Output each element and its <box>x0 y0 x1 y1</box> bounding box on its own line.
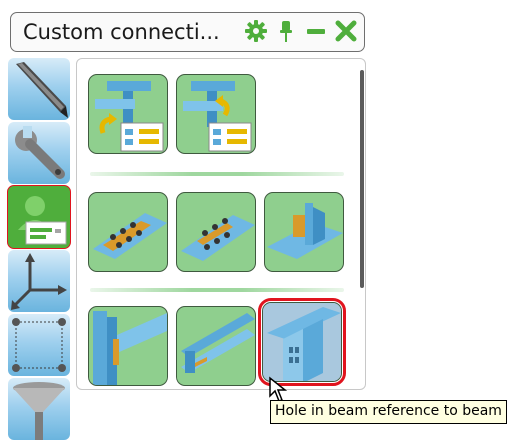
plate-bolts-icon <box>93 213 167 259</box>
palette-item-plate-stiffener[interactable] <box>264 192 344 272</box>
user-component-tool-button[interactable] <box>7 185 71 249</box>
palette-item-beam-seat[interactable] <box>176 306 256 386</box>
palette-scrollbar[interactable] <box>360 70 364 288</box>
tool-sidebar <box>7 58 72 440</box>
palette-item-plate-bolts-1[interactable] <box>88 192 168 272</box>
grid-plane-tool-button[interactable] <box>8 314 70 376</box>
pin-icon[interactable] <box>274 19 298 43</box>
minimize-icon[interactable] <box>304 19 328 43</box>
grid-plane-icon <box>12 318 66 372</box>
palette-item-hole-in-beam[interactable] <box>258 298 346 386</box>
filter-tool-button[interactable] <box>8 378 70 440</box>
title-bar-icons <box>244 19 358 43</box>
palette-item-beam-column-2[interactable] <box>176 74 256 154</box>
axes-icon <box>11 253 67 310</box>
plate-bolts-icon <box>181 215 255 261</box>
close-icon[interactable] <box>334 19 358 43</box>
window-title: Custom connecti... <box>23 20 220 44</box>
beam-column-connection-icon <box>183 81 252 152</box>
window-title-bar: Custom connecti... <box>10 12 365 52</box>
wrench-icon <box>15 126 65 179</box>
beam-column-connection-icon <box>95 81 164 152</box>
funnel-icon <box>13 382 65 440</box>
axes-tool-button[interactable] <box>8 250 70 312</box>
beam-seat-icon <box>181 313 255 373</box>
item-tooltip: Hole in beam reference to beam <box>270 400 507 424</box>
palette-item-plate-bolts-2[interactable] <box>176 192 256 272</box>
gear-icon[interactable] <box>244 19 268 43</box>
palette-group-separator <box>90 172 344 176</box>
palette-item-column-beam[interactable] <box>88 306 168 386</box>
plate-stiffener-icon <box>267 203 343 259</box>
palette-group-separator <box>90 288 344 292</box>
pen-tool-button[interactable] <box>8 58 70 120</box>
wrench-tool-button[interactable] <box>8 122 70 184</box>
hole-in-beam-icon <box>263 303 341 381</box>
user-component-icon <box>8 186 70 248</box>
pen-icon <box>16 62 68 118</box>
column-beam-icon <box>93 311 167 385</box>
palette-item-beam-column-1[interactable] <box>88 74 168 154</box>
